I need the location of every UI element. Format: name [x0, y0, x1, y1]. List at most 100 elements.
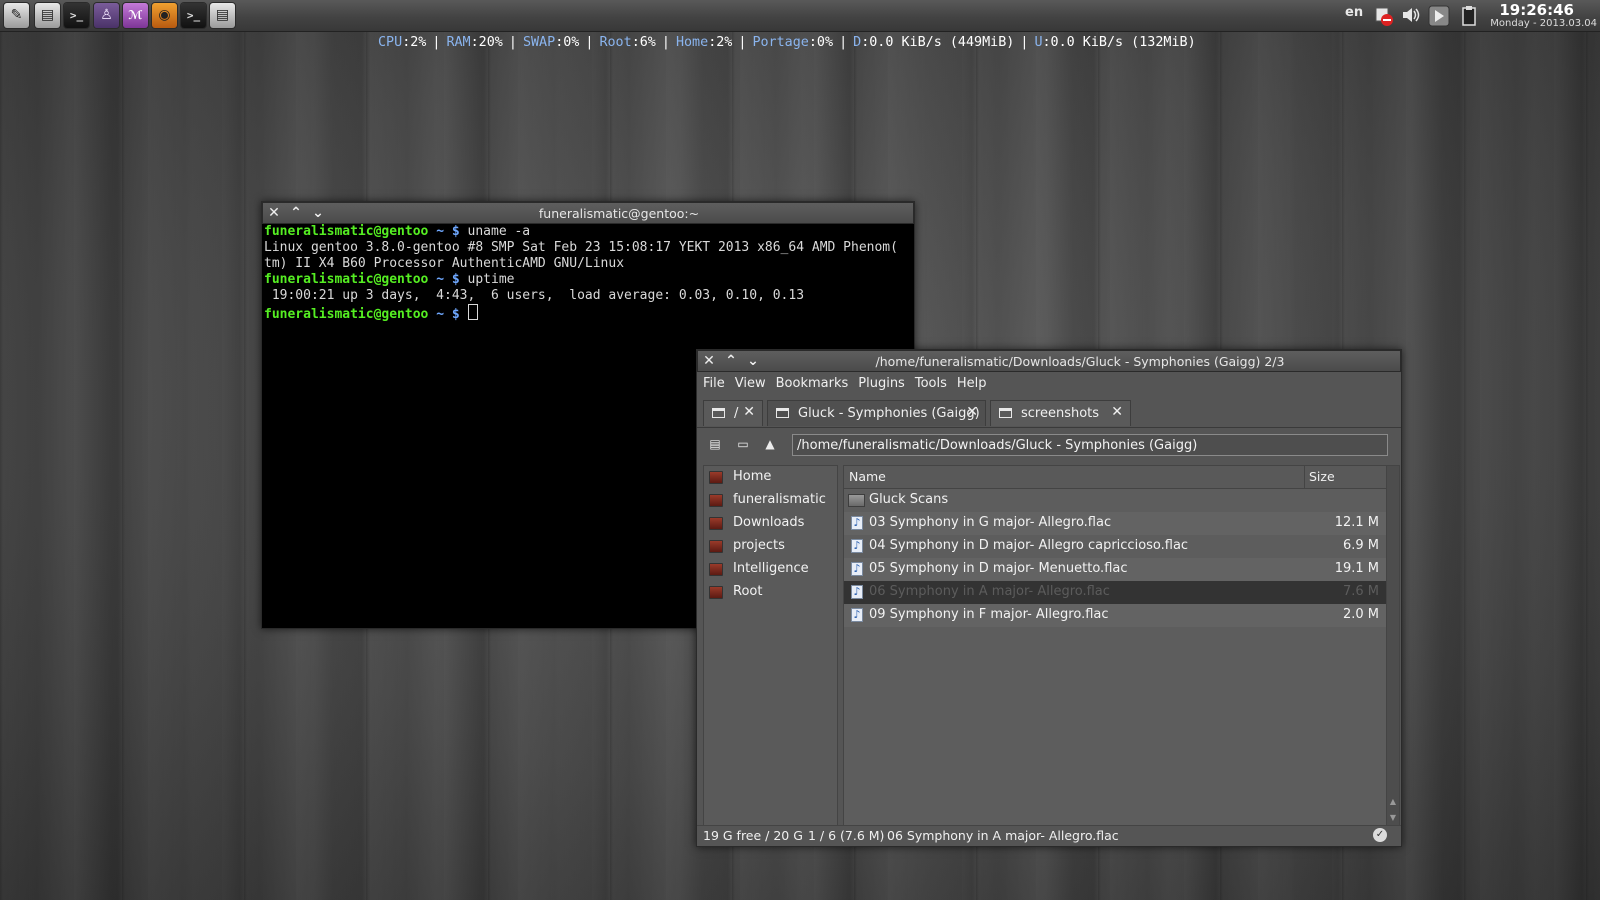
disk-free-text: 19 G free / 20 G	[703, 828, 803, 843]
sidebar-item-label: Intelligence	[733, 561, 809, 576]
home-label: Home	[675, 35, 709, 50]
vertical-scrollbar[interactable]: ▲ ▼	[1386, 465, 1400, 828]
close-icon[interactable]: ✕	[265, 204, 283, 222]
media-player-icon[interactable]	[1428, 5, 1450, 31]
terminal-alt-icon[interactable]: >_	[181, 3, 206, 28]
root-label: Root	[599, 35, 632, 50]
close-tab-icon[interactable]: ✕	[1111, 404, 1123, 420]
tab-root[interactable]: / ✕	[703, 400, 763, 426]
terminal-icon[interactable]: >_	[64, 3, 89, 28]
column-name-header[interactable]: Name	[849, 469, 886, 484]
swap-label: SWAP	[522, 35, 556, 50]
selected-file-text: 06 Symphony in A major- Allegro.flac	[887, 828, 1119, 843]
scroll-down-icon[interactable]: ▼	[1388, 813, 1398, 823]
sidebar-item-downloads[interactable]: Downloads	[704, 512, 837, 535]
cpu-label: CPU	[378, 35, 403, 50]
check-icon: ✓	[1373, 828, 1387, 842]
menu-tools[interactable]: Tools	[909, 372, 951, 391]
file-row[interactable]: ♪ 09 Symphony in F major- Allegro.flac 2…	[844, 604, 1387, 627]
terminal-titlebar[interactable]: ✕ ⌃ ⌄ funeralismatic@gentoo:~	[262, 202, 914, 224]
close-icon[interactable]: ✕	[700, 352, 718, 370]
file-name: 06 Symphony in A major- Allegro.flac	[869, 584, 1110, 599]
file-size: 12.1 M	[1334, 515, 1379, 530]
text-editor-icon[interactable]: ▤	[210, 3, 235, 28]
folder-tab-icon	[999, 408, 1012, 418]
close-tab-icon[interactable]: ✕	[966, 404, 978, 420]
sidebar-item-intelligence[interactable]: Intelligence	[704, 558, 837, 581]
file-name: 04 Symphony in D major- Allegro capricci…	[869, 538, 1189, 553]
file-row[interactable]: Gluck Scans	[844, 489, 1387, 512]
folder-icon	[848, 494, 865, 507]
scroll-up-icon[interactable]: ▲	[1388, 797, 1398, 807]
tab-screenshots[interactable]: screenshots ✕	[990, 400, 1131, 426]
terminal-prompt-line[interactable]: funeralismatic@gentoo ~ $	[263, 304, 913, 323]
tab-gluck-symphonies[interactable]: Gluck - Symphonies (Gaigg) ✕	[767, 400, 986, 426]
clipboard-icon[interactable]	[1462, 5, 1476, 31]
terminal-title: funeralismatic@gentoo:~	[538, 206, 700, 221]
download-label: D	[853, 35, 862, 50]
maximize-icon[interactable]: ⌃	[287, 204, 305, 222]
file-size: 19.1 M	[1334, 561, 1379, 576]
sidebar-item-root[interactable]: Root	[704, 581, 837, 604]
file-name: 03 Symphony in G major- Allegro.flac	[869, 515, 1112, 530]
menu-file[interactable]: File	[697, 372, 729, 391]
upload-label: U	[1034, 35, 1043, 50]
file-row[interactable]: ♪ 03 Symphony in G major- Allegro.flac 1…	[844, 512, 1387, 535]
maximize-icon[interactable]: ⌃	[722, 352, 740, 370]
toolbar: ▤ ▭ ▲	[697, 429, 1401, 459]
tab-label: screenshots	[1021, 406, 1100, 421]
audio-file-icon: ♪	[851, 585, 863, 599]
menu-bookmarks[interactable]: Bookmarks	[770, 372, 853, 391]
audio-file-icon: ♪	[851, 562, 863, 576]
terminal-line: tm) II X4 B60 Processor AuthenticAMD GNU…	[264, 256, 625, 271]
volume-icon[interactable]	[1401, 6, 1421, 28]
bookmark-folder-icon	[709, 517, 723, 530]
keyboard-layout-indicator[interactable]: en	[1345, 5, 1363, 20]
drive-icon[interactable]: ▭	[735, 437, 751, 451]
bookmark-folder-icon	[709, 540, 723, 553]
view-list-icon[interactable]: ▤	[708, 437, 722, 451]
column-size-header[interactable]: Size	[1309, 469, 1335, 484]
sidebar-item-funeralismatic[interactable]: funeralismatic	[704, 489, 837, 512]
menu-view[interactable]: View	[729, 372, 770, 391]
file-row[interactable]: ♪ 04 Symphony in D major- Allegro capric…	[844, 535, 1387, 558]
close-tab-icon[interactable]: ✕	[743, 404, 755, 420]
swap-value: :0%	[555, 35, 580, 50]
file-list: Name Size Gluck Scans ♪ 03 Symphony in G…	[843, 465, 1388, 830]
file-size: 7.6 M	[1342, 584, 1379, 599]
emacs-icon[interactable]: ℳ	[123, 3, 148, 28]
menu-plugins[interactable]: Plugins	[852, 372, 909, 391]
path-input[interactable]	[792, 434, 1388, 456]
go-up-icon[interactable]: ▲	[763, 437, 777, 451]
upload-value: :0.0 KiB/s (132MiB)	[1042, 35, 1196, 50]
file-manager-window[interactable]: ✕ ⌃ ⌄ /home/funeralismatic/Downloads/Glu…	[696, 349, 1402, 847]
bookmark-folder-icon	[709, 494, 723, 507]
pane-splitter[interactable]	[838, 465, 842, 828]
network-disconnected-icon[interactable]	[1374, 7, 1394, 31]
file-list-header: Name Size	[844, 466, 1387, 489]
terminal-line: funeralismatic@gentoo ~ $ uname -a	[264, 224, 531, 239]
file-row[interactable]: ♪ 05 Symphony in D major- Menuetto.flac …	[844, 558, 1387, 581]
file-row-selected[interactable]: ♪ 06 Symphony in A major- Allegro.flac 7…	[844, 581, 1387, 604]
file-manager-icon[interactable]: ▤	[35, 3, 60, 28]
status-bar: 19 G free / 20 G 1 / 6 (7.6 M) 06 Sympho…	[697, 825, 1401, 846]
minimize-icon[interactable]: ⌄	[744, 352, 762, 370]
portage-value: :0%	[808, 35, 834, 50]
file-manager-titlebar[interactable]: ✕ ⌃ ⌄ /home/funeralismatic/Downloads/Glu…	[697, 350, 1401, 372]
sidebar-item-projects[interactable]: projects	[704, 535, 837, 558]
sidebar-item-label: funeralismatic	[733, 492, 826, 507]
wine-icon[interactable]: ♙	[94, 3, 119, 28]
file-name: Gluck Scans	[869, 492, 949, 507]
sidebar-item-label: Downloads	[733, 515, 805, 530]
bookmark-folder-icon	[709, 563, 723, 576]
app-menu-icon[interactable]: ✎	[4, 3, 29, 28]
browser-icon[interactable]: ◉	[152, 3, 177, 28]
sidebar-item-home[interactable]: Home	[704, 466, 837, 489]
file-size: 2.0 M	[1342, 607, 1379, 622]
clock-time[interactable]: 19:26:46	[1499, 1, 1574, 19]
file-name: 05 Symphony in D major- Menuetto.flac	[869, 561, 1128, 576]
terminal-line: funeralismatic@gentoo ~ $ uptime	[264, 272, 515, 287]
menu-help[interactable]: Help	[951, 372, 991, 391]
tab-label: /	[734, 406, 739, 421]
minimize-icon[interactable]: ⌄	[309, 204, 327, 222]
